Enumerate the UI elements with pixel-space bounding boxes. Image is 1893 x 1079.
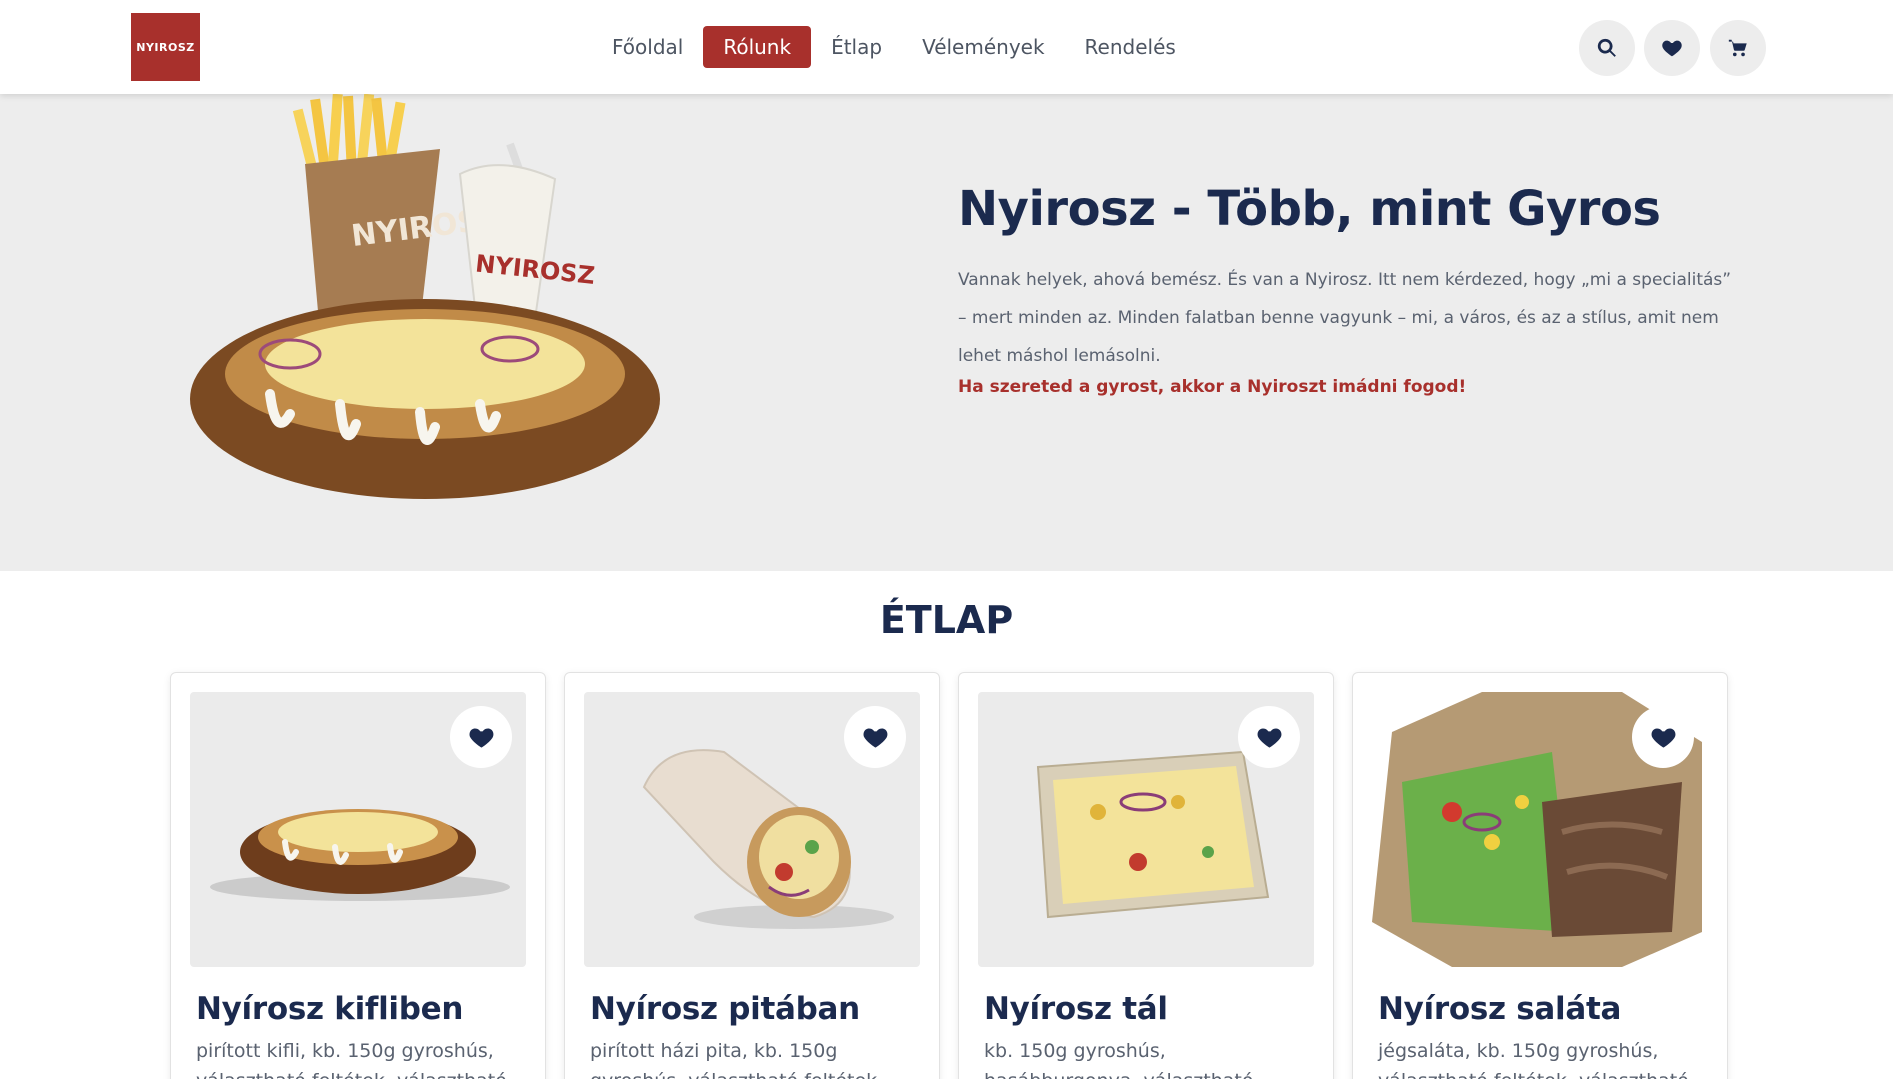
menu-card-image[interactable] — [584, 692, 920, 967]
menu-card-tal[interactable]: Nyírosz tál kb. 150g gyroshús, hasábburg… — [958, 672, 1334, 1079]
heart-icon — [469, 728, 493, 748]
menu-card-pita[interactable]: Nyírosz pitában pirított házi pita, kb. … — [564, 672, 940, 1079]
menu-card-title[interactable]: Nyírosz tál — [984, 991, 1168, 1027]
nav-item-fooldal[interactable]: Főoldal — [592, 26, 703, 68]
menu-card-description: kb. 150g gyroshús, hasábburgonya, válasz… — [984, 1040, 1253, 1079]
favorite-button[interactable] — [844, 706, 906, 768]
hero-title: Nyirosz - Több, mint Gyros — [958, 181, 1661, 237]
menu-card-kifli[interactable]: Nyírosz kifliben pirított kifli, kb. 150… — [170, 672, 546, 1079]
menu-card-title[interactable]: Nyírosz kifliben — [196, 991, 463, 1027]
menu-card-image[interactable] — [1372, 692, 1708, 967]
nav-item-etlap[interactable]: Étlap — [811, 26, 902, 68]
hero-section: NYIROSZ NYIROSZ Nyirosz - Több, mint Gyr… — [0, 94, 1893, 571]
favorite-button[interactable] — [450, 706, 512, 768]
heart-icon — [863, 728, 887, 748]
heart-icon — [1662, 40, 1682, 57]
heart-icon — [1257, 728, 1281, 748]
favorite-button[interactable] — [1632, 706, 1694, 768]
search-icon — [1597, 38, 1616, 57]
brand-logo-text: NYIROSZ — [136, 40, 195, 54]
hero-tagline: Ha szereted a gyrost, akkor a Nyiroszt i… — [958, 377, 1467, 397]
menu-card-image[interactable] — [190, 692, 526, 967]
menu-card-salata[interactable]: Nyírosz saláta jégsaláta, kb. 150g gyros… — [1352, 672, 1728, 1079]
cart-icon — [1728, 39, 1747, 57]
favorite-button[interactable] — [1238, 706, 1300, 768]
favorites-button[interactable] — [1644, 20, 1700, 76]
menu-card-title[interactable]: Nyírosz pitában — [590, 991, 860, 1027]
search-button[interactable] — [1579, 20, 1635, 76]
brand-logo[interactable]: NYIROSZ — [131, 13, 200, 81]
menu-card-image[interactable] — [978, 692, 1314, 967]
hero-description: Vannak helyek, ahová bemész. És van a Ny… — [958, 270, 1732, 366]
heart-icon — [1651, 728, 1675, 748]
main-nav: Főoldal Rólunk Étlap Vélemények Rendelés — [592, 26, 1196, 68]
site-header: NYIROSZ Főoldal Rólunk Étlap Vélemények … — [0, 0, 1893, 94]
menu-card-description: pirított kifli, kb. 150g gyroshús, válas… — [196, 1040, 507, 1079]
nav-item-rolunk[interactable]: Rólunk — [703, 26, 812, 68]
nav-item-velemenyek[interactable]: Vélemények — [902, 26, 1064, 68]
nav-item-rendeles[interactable]: Rendelés — [1065, 26, 1196, 68]
cart-button[interactable] — [1710, 20, 1766, 76]
menu-card-description: jégsaláta, kb. 150g gyroshús, választhat… — [1378, 1040, 1689, 1079]
menu-section-title: ÉTLAP — [879, 598, 1014, 642]
menu-card-title[interactable]: Nyírosz saláta — [1378, 991, 1621, 1027]
hero-food-image: NYIROSZ NYIROSZ — [190, 94, 660, 499]
menu-card-description: pirított házi pita, kb. 150g gyroshús, v… — [590, 1040, 883, 1079]
